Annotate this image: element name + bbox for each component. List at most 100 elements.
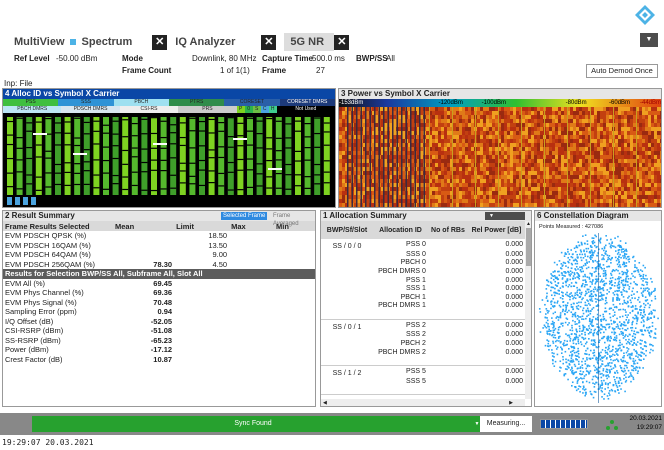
constellation-point: [586, 255, 589, 258]
alloc-gap: [35, 156, 42, 158]
power-cell: [444, 155, 447, 159]
constellation-point: [547, 342, 550, 345]
power-cell: [438, 119, 441, 123]
constellation-point: [596, 298, 599, 301]
constellation-point: [575, 333, 577, 336]
power-cell: [594, 163, 597, 167]
alloc-id-window[interactable]: 4 Alloc ID vs Symbol X Carrier PSS SSS P…: [2, 88, 336, 208]
power-cell: [426, 179, 429, 183]
scroll-left-icon[interactable]: ◀: [323, 399, 327, 406]
power-cell: [582, 199, 585, 203]
power-cell: [432, 207, 435, 208]
power-cell: [480, 123, 483, 127]
constellation-window[interactable]: 6 Constellation Diagram Points Measured …: [534, 210, 662, 407]
power-cell: [654, 199, 657, 203]
tab-spectrum[interactable]: Spectrum: [82, 33, 133, 51]
constellation-point: [637, 312, 639, 315]
alloc-gap: [112, 145, 119, 147]
tab-5g-nr[interactable]: 5G NR: [284, 33, 335, 51]
power-cell: [435, 203, 438, 207]
constellation-point: [610, 319, 612, 322]
power-cell: [642, 179, 645, 183]
power-cell: [339, 199, 342, 203]
power-window[interactable]: 3 Power vs Symbol X Carrier -153dBm -120…: [338, 88, 662, 208]
constellation-point: [544, 344, 547, 347]
constellation-point: [598, 329, 601, 332]
power-cell: [534, 159, 537, 163]
power-cell: [546, 107, 549, 111]
result-summary-window[interactable]: 2 Result Summary Selected Frame Frame Av…: [2, 210, 316, 407]
power-cell: [495, 135, 498, 139]
constellation-point: [547, 340, 550, 343]
close-tab-iq-analyzer-icon[interactable]: ✕: [261, 34, 277, 50]
power-cell: [654, 123, 657, 127]
power-cell: [342, 207, 345, 208]
power-cell: [606, 127, 609, 131]
alloc-gap: [45, 150, 52, 152]
alloc-gap: [189, 117, 196, 119]
constellation-point: [586, 347, 589, 350]
constellation-point: [599, 358, 602, 361]
allocation-dropdown-icon[interactable]: ▼: [485, 212, 525, 220]
scroll-thumb[interactable]: [526, 228, 531, 266]
power-cell: [537, 147, 540, 151]
power-cell: [432, 131, 435, 135]
constellation-point: [575, 355, 578, 357]
power-cell: [489, 179, 492, 183]
constellation-point: [590, 295, 593, 298]
constellation-point: [554, 280, 557, 283]
power-cell: [510, 123, 513, 127]
power-cell: [435, 147, 438, 151]
power-cell: [597, 131, 600, 135]
alloc-gap: [16, 137, 23, 139]
constellation-point: [554, 311, 557, 314]
power-cell: [507, 175, 510, 179]
legend-p: P: [236, 106, 245, 113]
alloc-gap: [295, 185, 301, 187]
constellation-point: [574, 315, 577, 318]
auto-demod-once-button[interactable]: Auto Demod Once: [586, 64, 658, 78]
constellation-point: [622, 332, 624, 335]
constellation-point: [626, 280, 628, 283]
close-tab-5g-nr-icon[interactable]: ✕: [334, 34, 350, 50]
power-cell: [552, 107, 555, 111]
power-cell: [504, 135, 507, 139]
power-cell: [570, 163, 573, 167]
scroll-right-icon[interactable]: ▶: [509, 399, 513, 406]
power-cell: [339, 143, 342, 147]
power-cell: [576, 115, 579, 119]
constellation-point: [564, 293, 567, 296]
power-cell: [501, 123, 504, 127]
constellation-point: [586, 357, 588, 359]
close-tab-spectrum-icon[interactable]: ✕: [152, 34, 168, 50]
scroll-up-icon[interactable]: ▲: [525, 221, 531, 228]
constellation-point: [578, 356, 580, 359]
menu-dropdown-icon[interactable]: ▼: [640, 33, 658, 47]
constellation-point: [594, 244, 596, 247]
allocation-summary-window[interactable]: 1 Allocation Summary ▼ BWP/Sf/Slot Alloc…: [320, 210, 532, 407]
constellation-point: [579, 377, 582, 379]
power-cell: [627, 191, 630, 195]
constellation-point: [582, 388, 584, 390]
alloc-gap: [285, 137, 292, 139]
tab-iq-analyzer[interactable]: IQ Analyzer: [175, 33, 235, 51]
power-cell: [534, 187, 537, 191]
power-cell: [573, 199, 576, 203]
constellation-point: [650, 277, 652, 280]
constellation-point: [586, 299, 588, 301]
power-cell: [516, 163, 519, 167]
power-cell: [654, 147, 657, 151]
constellation-point: [626, 354, 629, 357]
power-cell: [468, 127, 471, 131]
alloc-gap: [170, 174, 177, 176]
power-cell: [492, 187, 495, 191]
power-cell: [354, 207, 357, 208]
allocation-scrollbar[interactable]: ▲: [525, 221, 531, 399]
selected-frame-button[interactable]: Selected Frame: [221, 212, 268, 220]
power-cell: [651, 159, 654, 163]
power-cell: [639, 203, 642, 207]
frame-averaged-button[interactable]: Frame Averaged: [271, 212, 315, 227]
constellation-point: [620, 349, 623, 352]
tab-multiview[interactable]: MultiView: [14, 33, 82, 51]
allocation-hscrollbar[interactable]: ◀ ▶: [321, 399, 525, 406]
